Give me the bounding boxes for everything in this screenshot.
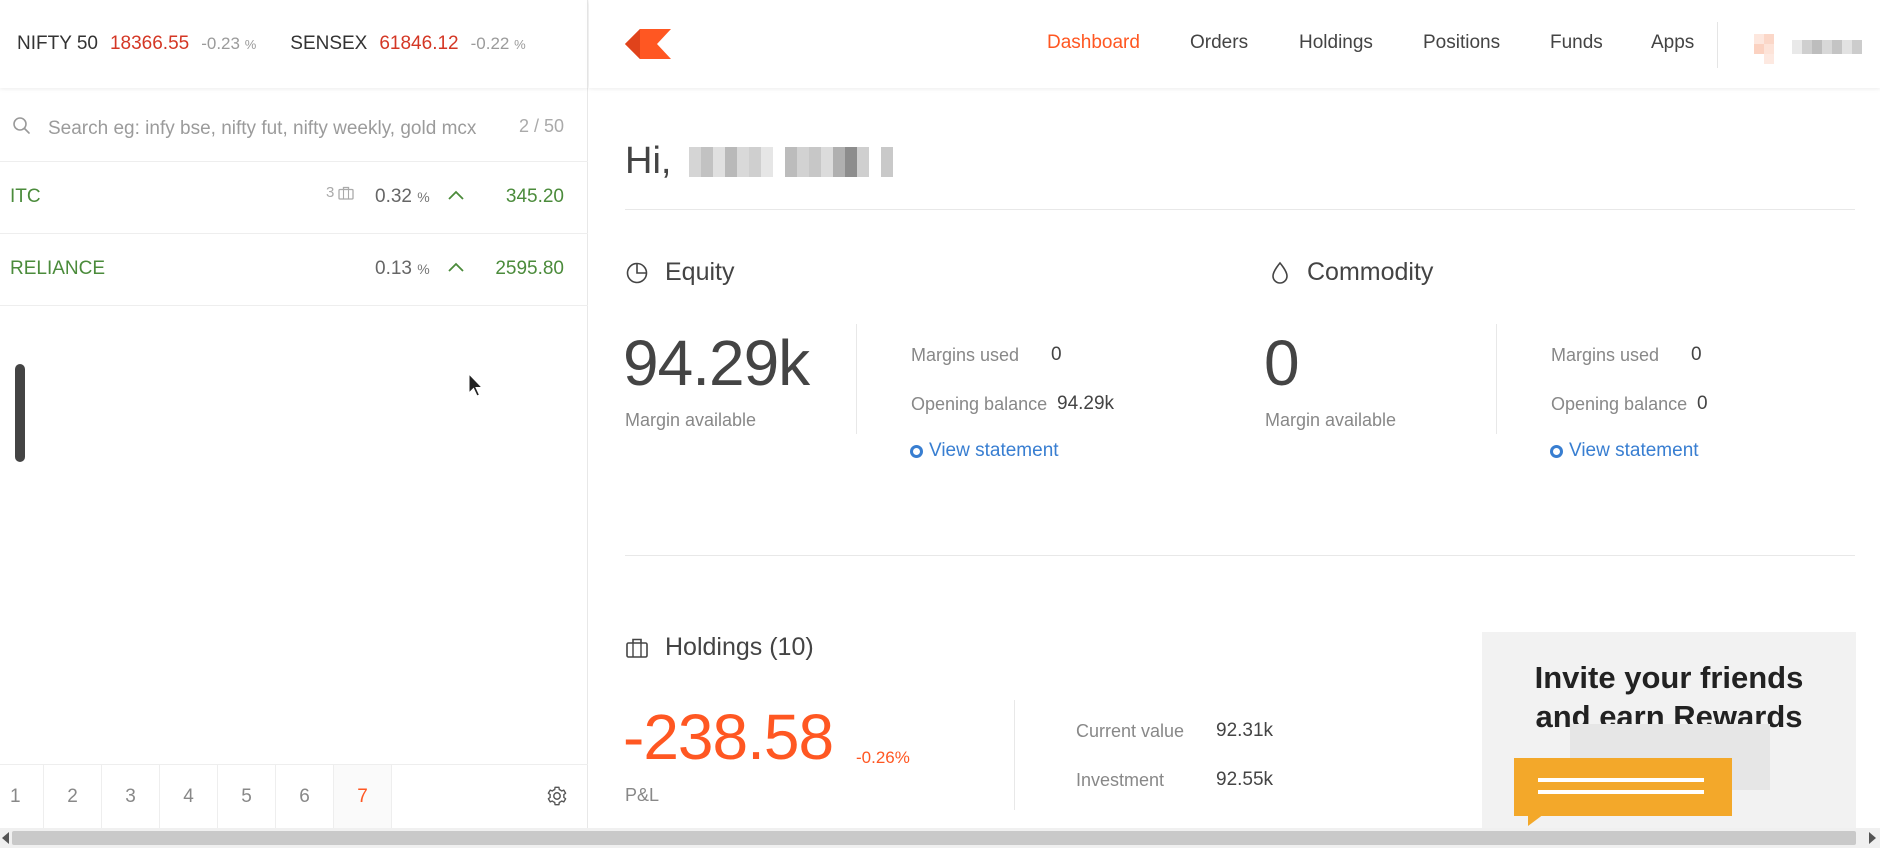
- commodity-title: Commodity: [1307, 258, 1434, 286]
- index-ticker-bar: NIFTY 50 18366.55 -0.23 % SENSEX 61846.1…: [0, 0, 588, 88]
- nav-funds[interactable]: Funds: [1550, 32, 1603, 54]
- holding-qty: 3: [326, 184, 354, 201]
- marketwatch-panel: NIFTY 50 18366.55 -0.23 % SENSEX 61846.1…: [0, 0, 588, 828]
- circle-icon: [1550, 444, 1563, 458]
- equity-opening-balance-label: Opening balance: [911, 394, 1048, 414]
- watchlist-count: 2 / 50: [508, 116, 564, 137]
- nav-dashboard[interactable]: Dashboard: [1047, 32, 1140, 54]
- holdings-current-value: 92.31k: [1216, 720, 1274, 741]
- nav-positions[interactable]: Positions: [1423, 32, 1500, 54]
- watchlist-tab-4[interactable]: 4: [160, 765, 218, 828]
- watchlist-tab-7[interactable]: 7: [334, 765, 392, 828]
- commodity-margins-used-label: Margins used: [1551, 345, 1660, 365]
- drop-icon: [1272, 261, 1288, 284]
- index-change: -0.22 %: [470, 34, 526, 53]
- search-bar: 2 / 50: [0, 96, 588, 162]
- commodity-margins-used: 0: [1691, 344, 1702, 365]
- index-sensex[interactable]: SENSEX 61846.12 -0.22 %: [290, 33, 525, 55]
- scrollbar-thumb[interactable]: [12, 831, 1856, 845]
- equity-title: Equity: [665, 258, 735, 286]
- watchlist-tab-2[interactable]: 2: [44, 765, 102, 828]
- chat-bubble-icon: [1514, 758, 1732, 816]
- index-value: 61846.12: [379, 33, 459, 54]
- equity-margin-available: 94.29k: [623, 327, 810, 399]
- divider: [856, 324, 857, 434]
- divider: [1496, 324, 1497, 434]
- holdings-pnl-label: P&L: [625, 785, 660, 805]
- holdings-investment-label: Investment: [1076, 770, 1165, 790]
- equity-view-statement-link[interactable]: View statement: [910, 440, 1059, 462]
- holdings-header: Holdings (10): [625, 633, 814, 662]
- horizontal-scrollbar[interactable]: [0, 828, 1880, 848]
- nav-orders[interactable]: Orders: [1190, 32, 1248, 54]
- top-navigation: Dashboard Orders Holdings Positions Fund…: [589, 0, 1880, 88]
- search-icon: [13, 117, 30, 134]
- link-label: View statement: [929, 440, 1059, 461]
- pie-chart-icon: [626, 262, 648, 283]
- chevron-up-icon: [448, 262, 464, 272]
- scroll-left-icon[interactable]: [2, 832, 10, 844]
- holdings-title: Holdings (10): [665, 633, 814, 661]
- holdings-pnl-percent: -0.26%: [856, 748, 910, 767]
- scroll-right-icon[interactable]: [1868, 832, 1876, 844]
- divider: [1014, 700, 1015, 810]
- commodity-opening-balance: 0: [1697, 393, 1708, 414]
- commodity-margin-available-label: Margin available: [1265, 410, 1397, 430]
- greeting: Hi,: [625, 140, 894, 183]
- equity-header: Equity: [625, 258, 734, 287]
- mouse-cursor-icon: [468, 373, 484, 397]
- commodity-view-statement-link[interactable]: View statement: [1550, 440, 1699, 462]
- gear-icon[interactable]: [546, 785, 568, 807]
- watchlist-tab-6[interactable]: 6: [276, 765, 334, 828]
- instrument-price: 345.20: [505, 186, 564, 207]
- nav-divider: [1717, 22, 1718, 68]
- equity-margins-used: 0: [1051, 344, 1062, 365]
- commodity-opening-balance-label: Opening balance: [1551, 394, 1688, 414]
- scrollbar-handle[interactable]: [15, 364, 25, 462]
- watchlist-row-itc[interactable]: ITC 3 0.32 % 345.20: [0, 162, 588, 234]
- referral-promo-card[interactable]: Invite your friends and earn Rewards: [1482, 632, 1856, 828]
- instrument-symbol: ITC: [10, 186, 41, 207]
- search-input[interactable]: [46, 106, 516, 152]
- index-name: NIFTY 50: [17, 33, 98, 54]
- chat-bubble-tail: [1528, 814, 1544, 826]
- equity-margin-available-label: Margin available: [625, 410, 757, 430]
- instrument-change: 0.32 %: [375, 186, 430, 207]
- briefcase-icon: [626, 638, 648, 658]
- promo-line: Invite your friends: [1534, 660, 1804, 695]
- kite-logo-icon[interactable]: [625, 29, 671, 59]
- index-name: SENSEX: [290, 33, 368, 54]
- user-avatar-menu[interactable]: [1754, 34, 1862, 64]
- briefcase-icon: [338, 186, 354, 200]
- divider: [625, 209, 1855, 210]
- watchlist-tab-5[interactable]: 5: [218, 765, 276, 828]
- chevron-up-icon: [448, 190, 464, 200]
- greeting-label: Hi,: [625, 140, 672, 182]
- equity-margins-used-label: Margins used: [911, 345, 1020, 365]
- nav-holdings[interactable]: Holdings: [1299, 32, 1373, 54]
- user-name-redacted: [689, 146, 894, 177]
- index-change: -0.23 %: [201, 34, 257, 53]
- equity-opening-balance: 94.29k: [1057, 393, 1115, 414]
- watchlist-tab-1[interactable]: 1: [0, 765, 44, 828]
- index-nifty[interactable]: NIFTY 50 18366.55 -0.23 %: [17, 33, 256, 55]
- holdings-investment: 92.55k: [1216, 769, 1274, 790]
- watchlist-pager: 1 2 3 4 5 6 7: [0, 764, 588, 828]
- instrument-change: 0.13 %: [375, 258, 430, 279]
- watchlist-row-reliance[interactable]: RELIANCE 0.13 % 2595.80: [0, 234, 588, 306]
- instrument-symbol: RELIANCE: [10, 258, 106, 279]
- divider: [625, 555, 1855, 556]
- circle-icon: [910, 444, 923, 458]
- index-value: 18366.55: [109, 33, 190, 54]
- instrument-price: 2595.80: [495, 258, 564, 279]
- watchlist-tab-3[interactable]: 3: [102, 765, 160, 828]
- holdings-current-value-label: Current value: [1076, 721, 1185, 741]
- link-label: View statement: [1569, 440, 1699, 461]
- holdings-pnl: -238.58: [623, 701, 834, 773]
- commodity-margin-available: 0: [1264, 327, 1300, 399]
- commodity-header: Commodity: [1269, 258, 1433, 287]
- nav-apps[interactable]: Apps: [1651, 32, 1694, 54]
